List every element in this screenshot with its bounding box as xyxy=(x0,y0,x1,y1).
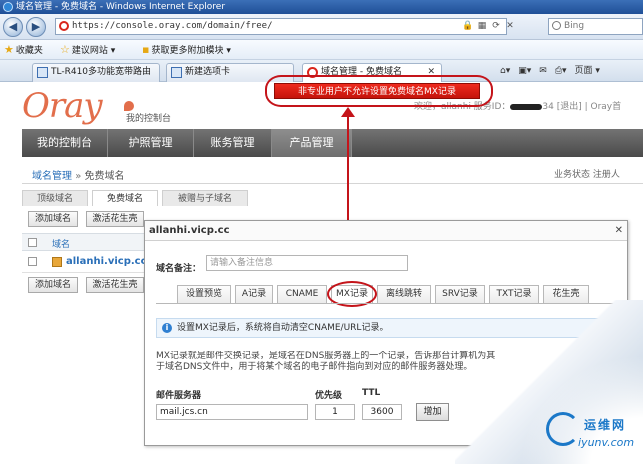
list-column-hints: 业务状态 注册人 xyxy=(554,170,620,180)
logo-pin-icon xyxy=(124,101,134,111)
page-menu[interactable]: 页面 ▾ xyxy=(575,63,600,79)
subtab-free[interactable]: 免费域名 xyxy=(92,190,158,206)
close-icon[interactable]: ✕ xyxy=(615,225,623,237)
fav-get-addons[interactable]: ▪ 获取更多附加模块 ▾ xyxy=(142,40,231,60)
forward-button[interactable]: ▶ xyxy=(26,17,46,37)
tab-cname[interactable]: CNAME xyxy=(277,285,327,303)
subtab-gifted[interactable]: 被赠与子域名 xyxy=(162,190,248,206)
search-input[interactable]: Bing xyxy=(548,18,643,35)
ie-logo-icon xyxy=(3,2,13,12)
breadcrumb-root[interactable]: 域名管理 xyxy=(32,171,72,182)
table-row: allanhi.vicp.cc xyxy=(22,251,152,273)
compatibility-icon[interactable]: ▦ xyxy=(476,20,488,32)
addon-icon: ▪ xyxy=(142,43,150,56)
nav-my-console[interactable]: 我的控制台 xyxy=(22,129,108,157)
nav-billing[interactable]: 账务管理 xyxy=(194,129,272,157)
tab-offline-redirect[interactable]: 离线跳转 xyxy=(377,285,431,303)
bing-icon xyxy=(552,21,561,30)
oray-logo[interactable]: Oray xyxy=(22,86,103,126)
watermark-logo-icon xyxy=(546,412,580,446)
ttl-input[interactable]: 3600 xyxy=(362,404,402,420)
address-actions: 🔒 ▦ ⟳ ✕ xyxy=(462,20,518,32)
nav-passport[interactable]: 护照管理 xyxy=(108,129,194,157)
url-text: https://console.oray.com/domain/free/ xyxy=(72,21,273,31)
logo-subtitle: 我的控制台 xyxy=(126,114,172,124)
activate-phddns-button[interactable]: 激活花生壳 xyxy=(86,211,144,227)
column-domain[interactable]: 域名 xyxy=(52,237,70,250)
select-all-checkbox[interactable] xyxy=(28,238,37,247)
command-bar: ⌂▾ ▣▾ ✉ ⎙▾ 页面 ▾ xyxy=(500,63,608,79)
search-placeholder: Bing xyxy=(564,21,585,31)
favorites-button[interactable]: ★ 收藏夹 xyxy=(4,40,43,60)
address-bar: ◀ ▶ https://console.oray.com/domain/free… xyxy=(0,14,643,40)
mail-server-input[interactable]: mail.jcs.cn xyxy=(156,404,308,420)
domain-icon xyxy=(52,257,62,267)
main-nav: 我的控制台 护照管理 账务管理 产品管理 xyxy=(22,129,643,157)
ttl-label: TTL xyxy=(362,388,381,398)
lock-icon[interactable]: 🔒 xyxy=(462,20,474,32)
domain-list-header: 域名 xyxy=(22,233,152,251)
window-titlebar: 域名管理 - 免费域名 - Windows Internet Explorer xyxy=(0,0,643,14)
redacted-id xyxy=(510,103,543,110)
page-icon xyxy=(37,67,48,78)
tab-preview[interactable]: 设置预览 xyxy=(177,285,231,303)
window-title: 域名管理 - 免费域名 - Windows Internet Explorer xyxy=(16,2,226,12)
activate-phddns-button-bottom[interactable]: 激活花生壳 xyxy=(86,277,144,293)
favorites-bar: ★ 收藏夹 ☆ 建议网站 ▾ ▪ 获取更多附加模块 ▾ xyxy=(0,40,643,60)
add-domain-button-bottom[interactable]: 添加域名 xyxy=(28,277,78,293)
mail-server-label: 邮件服务器 xyxy=(156,391,202,401)
home-icon[interactable]: ⌂▾ xyxy=(500,63,510,79)
watermark: 运维网 iyunv.com xyxy=(546,412,636,456)
add-domain-button[interactable]: 添加域名 xyxy=(28,211,78,227)
print-icon[interactable]: ⎙▾ xyxy=(555,63,567,79)
oray-favicon-icon xyxy=(59,21,69,31)
note-input[interactable]: 请输入备注信息 xyxy=(206,255,408,271)
row-checkbox[interactable] xyxy=(28,257,37,266)
page-icon xyxy=(171,67,182,78)
priority-input[interactable]: 1 xyxy=(315,404,355,420)
divider xyxy=(22,183,643,184)
domain-link[interactable]: allanhi.vicp.cc xyxy=(66,256,147,267)
url-input[interactable]: https://console.oray.com/domain/free/ xyxy=(55,18,507,35)
breadcrumb-current: 免费域名 xyxy=(84,171,125,182)
note-label: 域名备注： xyxy=(156,264,202,274)
refresh-icon[interactable]: ⟳ xyxy=(490,20,502,32)
warning-message: 非专业用户不允许设置免费域名MX记录 xyxy=(274,83,480,99)
add-record-button[interactable]: 增加 xyxy=(416,403,449,421)
subtab-top-level[interactable]: 顶级域名 xyxy=(22,190,88,206)
nav-products[interactable]: 产品管理 xyxy=(272,129,352,157)
back-button[interactable]: ◀ xyxy=(3,17,23,37)
tab-a-record[interactable]: A记录 xyxy=(235,285,273,303)
add-favorite-icon: ☆ xyxy=(60,43,70,56)
info-icon: i xyxy=(162,323,172,333)
breadcrumb: 域名管理 » 免费域名 xyxy=(32,171,125,182)
tab-router[interactable]: TL-R410多功能宽带路由器 xyxy=(32,63,160,94)
mail-icon[interactable]: ✉ xyxy=(539,63,547,79)
stop-icon[interactable]: ✕ xyxy=(504,20,516,32)
fav-suggested-sites[interactable]: ☆ 建议网站 ▾ xyxy=(60,40,115,60)
feeds-icon[interactable]: ▣▾ xyxy=(518,63,531,79)
dialog-title: allanhi.vicp.cc xyxy=(145,221,627,241)
priority-label: 优先级 xyxy=(315,391,343,401)
star-icon: ★ xyxy=(4,43,14,56)
